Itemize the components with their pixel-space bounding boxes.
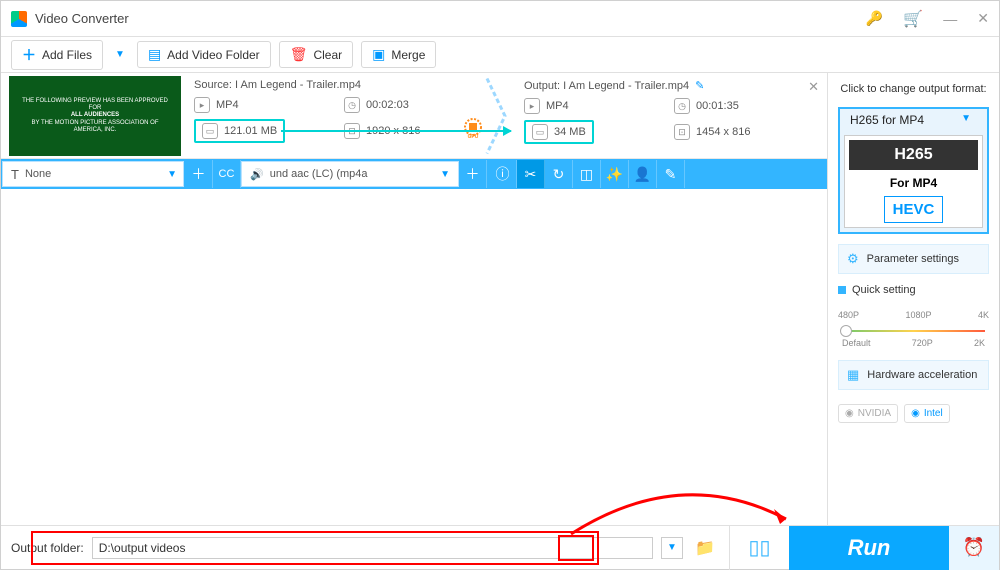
close-button[interactable]: ✕	[977, 10, 989, 27]
intel-badge: ◉ Intel	[904, 404, 950, 423]
chip-icon: ▦	[847, 367, 859, 383]
format-title: H265 for MP4	[838, 107, 924, 127]
format-hint: Click to change output format:	[838, 83, 989, 95]
crop-button[interactable]: ◫	[573, 160, 601, 188]
audio-select[interactable]: 🔊 und aac (LC) (mp4a ▼	[241, 161, 459, 187]
output-folder-dropdown[interactable]: ▼	[661, 537, 683, 559]
speaker-icon: 🔊	[250, 168, 264, 181]
output-folder-label: Output folder:	[11, 541, 84, 555]
output-duration: 00:01:35	[696, 100, 739, 112]
minimize-button[interactable]: —	[943, 11, 957, 27]
trim-button[interactable]: ✂	[517, 160, 545, 188]
chevron-down-icon[interactable]: ▼	[961, 113, 971, 124]
folder-icon: ▭	[202, 123, 218, 139]
trash-icon: 🗑	[290, 46, 308, 63]
plus-icon: ＋	[22, 45, 36, 65]
remove-item-button[interactable]: ✕	[808, 79, 819, 95]
output-size: 34 MB	[554, 126, 586, 138]
output-resolution: 1454 x 816	[696, 126, 750, 138]
subtitle-value: None	[25, 168, 51, 180]
browse-folder-button[interactable]: 📁	[691, 534, 719, 562]
quality-slider[interactable]: 480P1080P4K Default720P2K	[838, 310, 989, 350]
add-audio-button[interactable]: ＋	[459, 160, 487, 188]
toolbar: ＋ Add Files ▼ ▤ Add Video Folder 🗑 Clear…	[1, 37, 999, 73]
output-folder-input[interactable]	[92, 537, 653, 559]
add-files-dropdown[interactable]: ▼	[111, 49, 129, 60]
format-icon: ▸	[194, 97, 210, 113]
key-icon[interactable]: 🔑	[866, 10, 883, 27]
highlight-arrow	[281, 130, 511, 132]
slider-thumb[interactable]	[840, 325, 852, 337]
edit-button[interactable]: ✎	[657, 160, 685, 188]
clear-button[interactable]: 🗑 Clear	[279, 41, 353, 68]
dimension-icon: ⊡	[674, 124, 690, 140]
run-button[interactable]: Run	[789, 526, 949, 570]
add-folder-label: Add Video Folder	[167, 48, 260, 62]
for-mp4-label: For MP4	[849, 170, 978, 196]
audio-value: und aac (LC) (mp4a	[270, 168, 368, 180]
source-filename: I Am Legend - Trailer.mp4	[235, 79, 361, 91]
clock-icon: ◷	[344, 97, 360, 113]
svg-text:GPU: GPU	[468, 134, 479, 139]
effects-button[interactable]: ✨	[601, 160, 629, 188]
gpu-badge-icon: GPU	[461, 115, 485, 139]
cart-icon[interactable]: 🛒	[903, 9, 923, 29]
source-duration: 00:02:03	[366, 99, 409, 111]
add-folder-button[interactable]: ▤ Add Video Folder	[137, 41, 271, 68]
parameter-settings-button[interactable]: ⚙ Parameter settings	[838, 244, 989, 274]
clock-icon: ◷	[674, 98, 690, 114]
app-logo-icon	[11, 11, 27, 27]
video-thumbnail[interactable]: THE FOLLOWING PREVIEW HAS BEEN APPROVED …	[9, 76, 181, 156]
add-subtitle-button[interactable]: ＋	[185, 160, 213, 188]
queue-button[interactable]: ▯▯	[729, 526, 789, 570]
schedule-button[interactable]: ⏰	[949, 526, 999, 570]
add-files-label: Add Files	[42, 48, 92, 62]
nvidia-badge: ◉ NVIDIA	[838, 404, 898, 423]
arrow-separator	[484, 73, 514, 158]
side-panel: Click to change output format: H265 for …	[827, 73, 999, 543]
hardware-accel-button[interactable]: ▦ Hardware acceleration	[838, 360, 989, 390]
title-bar: Video Converter 🔑 🛒 — ✕	[1, 1, 999, 37]
window-title: Video Converter	[35, 11, 129, 26]
add-files-button[interactable]: ＋ Add Files	[11, 40, 103, 70]
file-item-row: THE FOLLOWING PREVIEW HAS BEEN APPROVED …	[1, 73, 827, 159]
source-size: 121.01 MB	[224, 125, 277, 137]
cc-button[interactable]: CC	[213, 160, 241, 188]
rotate-button[interactable]: ↻	[545, 160, 573, 188]
merge-icon: ▣	[372, 46, 385, 63]
clear-label: Clear	[313, 48, 342, 62]
tools-row: T None ▼ ＋ CC 🔊 und aac (LC) (mp4a ▼ ＋ ⓘ…	[1, 159, 827, 189]
format-icon: ▸	[524, 98, 540, 114]
quick-setting-label: Quick setting	[838, 284, 989, 296]
subtitle-select[interactable]: T None ▼	[2, 161, 184, 187]
folder-icon: ▭	[532, 124, 548, 140]
merge-label: Merge	[391, 48, 425, 62]
bottom-bar: Output folder: ▼ 📁 ▯▯ Run ⏰	[1, 525, 999, 569]
watermark-button[interactable]: 👤	[629, 160, 657, 188]
h265-badge: H265	[849, 140, 978, 170]
output-filename: I Am Legend - Trailer.mp4	[563, 80, 689, 92]
chevron-down-icon: ▼	[161, 169, 183, 180]
source-info: Source: I Am Legend - Trailer.mp4 ▸MP4 ◷…	[184, 73, 484, 158]
chevron-down-icon: ▼	[440, 169, 450, 180]
hevc-badge: HEVC	[884, 196, 944, 223]
merge-button[interactable]: ▣ Merge	[361, 41, 436, 68]
sliders-icon: ⚙	[847, 251, 859, 267]
output-info: Output: I Am Legend - Trailer.mp4✎ ▸MP4 …	[514, 73, 814, 158]
output-format: MP4	[546, 100, 569, 112]
info-button[interactable]: ⓘ	[489, 160, 517, 188]
folder-icon: ▤	[148, 46, 161, 63]
edit-icon[interactable]: ✎	[695, 80, 704, 92]
source-format: MP4	[216, 99, 239, 111]
